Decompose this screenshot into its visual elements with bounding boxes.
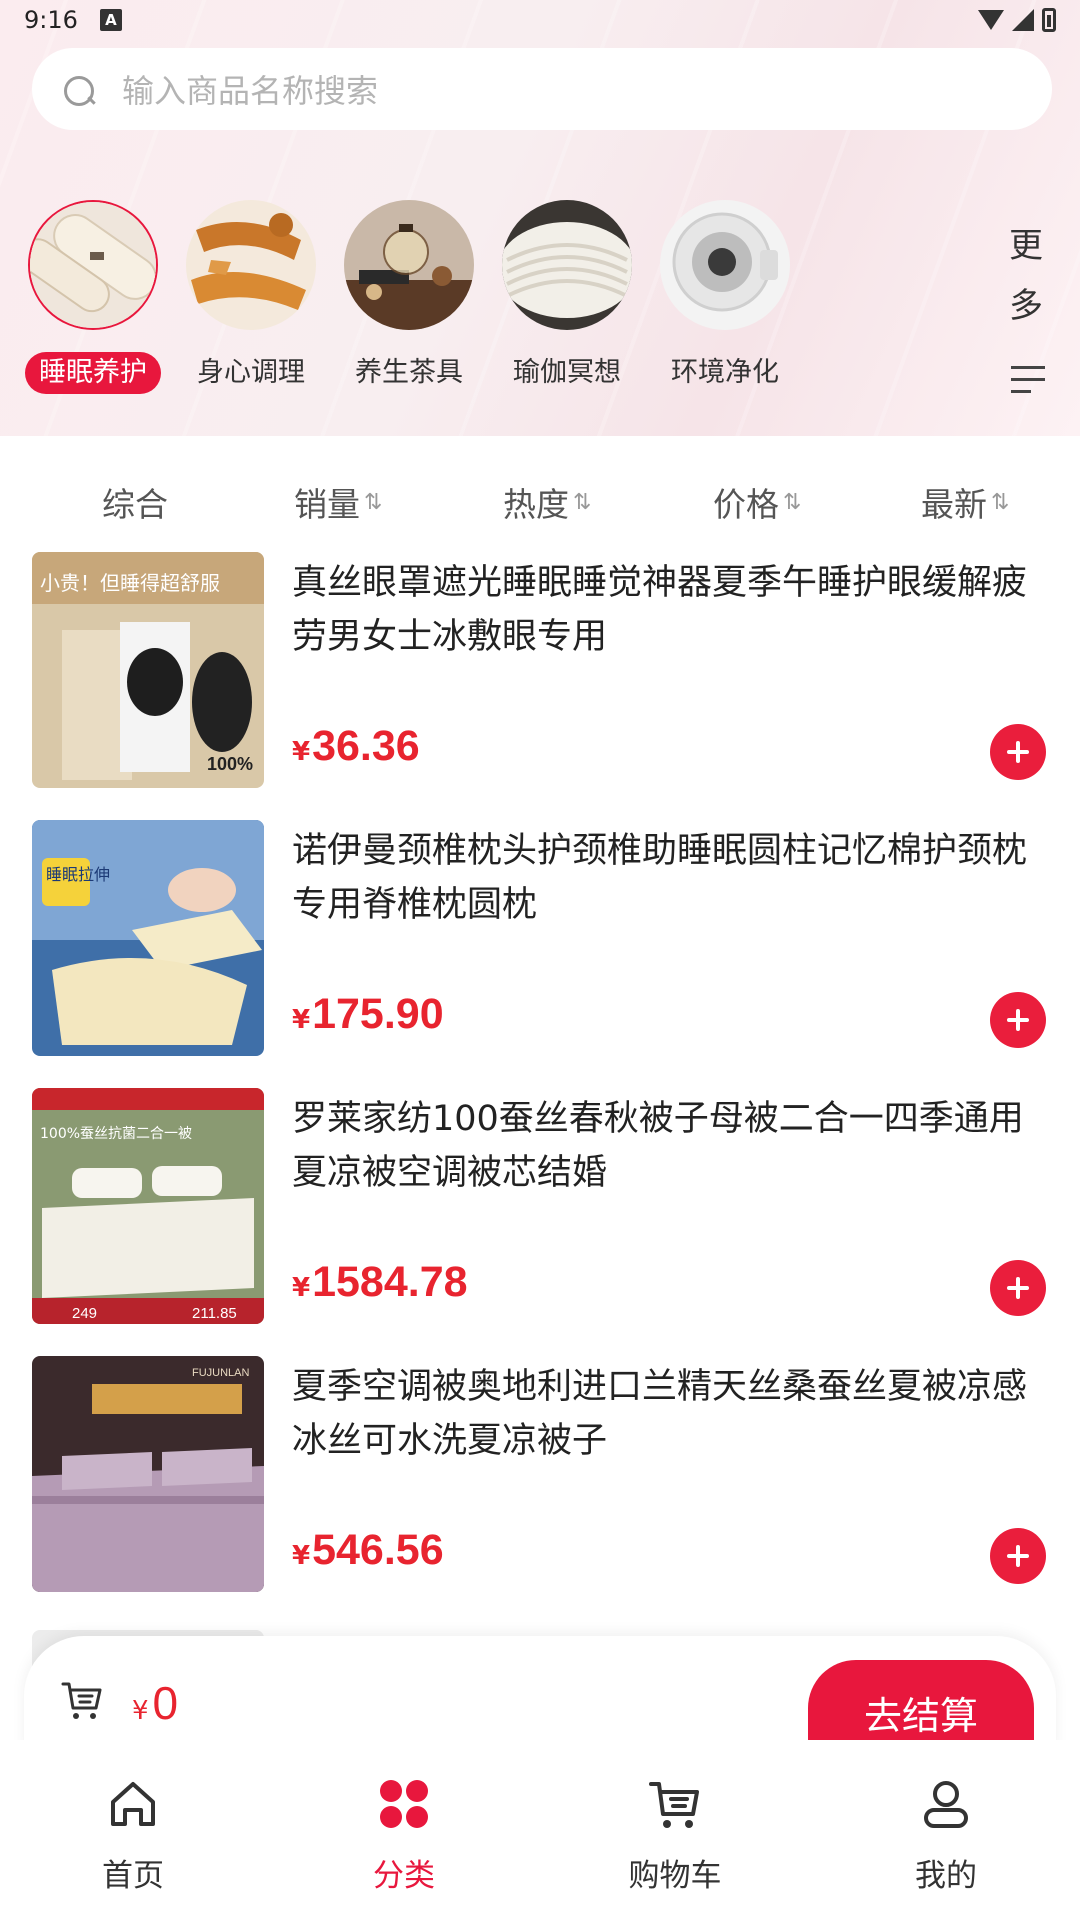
list-filter-icon [1011, 366, 1045, 400]
status-bar: 9:16 A [0, 0, 1080, 40]
search-icon [62, 72, 96, 106]
price-value: 175.90 [312, 990, 444, 1038]
currency-symbol: ¥ [292, 1005, 311, 1035]
price-value: 36.36 [312, 722, 420, 770]
sort-label: 最新 [921, 485, 987, 524]
tab-category[interactable]: 分类 [324, 1776, 484, 1895]
product-title: 夏季空调被奥地利进口兰精天丝桑蚕丝夏被凉感冰丝可水洗夏凉被子 [292, 1367, 1028, 1461]
bottom-tab-bar: 首页 分类 购物车 我的 [0, 1740, 1080, 1920]
sort-price[interactable]: 价格 ⇅ [713, 478, 802, 526]
sort-label: 价格 [713, 485, 779, 524]
add-to-cart-button[interactable] [990, 992, 1046, 1048]
currency-symbol: ¥ [292, 737, 311, 767]
product-price: ¥ 36.36 [292, 722, 420, 771]
sort-bar: 综合 销量 ⇅ 热度 ⇅ 价格 ⇅ 最新 ⇅ [0, 470, 1080, 530]
product-price: ¥ 175.90 [292, 990, 444, 1039]
signal-icon [1012, 9, 1034, 31]
sort-label: 热度 [503, 485, 569, 524]
tab-label: 分类 [373, 1858, 435, 1894]
sort-popularity[interactable]: 热度 ⇅ [503, 478, 592, 526]
category-item-purify[interactable]: 环境净化 [650, 200, 800, 394]
home-icon [111, 1782, 155, 1826]
product-price: ¥ 546.56 [292, 1526, 444, 1575]
cart-total: ¥ 0 [132, 1676, 178, 1730]
category-item-teaware[interactable]: 养生茶具 [334, 200, 484, 394]
product-title: 罗莱家纺100蚕丝春秋被子母被二合一四季通用夏凉被空调被芯结婚 [292, 1099, 1024, 1193]
tab-label: 我的 [915, 1858, 977, 1894]
product-image-text: 100%蚕丝抗菌二合一被 [40, 1126, 192, 1142]
product-image-text: FUJUNLAN [192, 1367, 250, 1379]
category-label: 瑜伽冥想 [513, 357, 621, 388]
cart-summary-bar: ¥ 0 去结算 [24, 1636, 1056, 1756]
tab-profile[interactable]: 我的 [866, 1776, 1026, 1895]
category-image-sleep [28, 200, 158, 330]
more-label: 更多 [1009, 226, 1043, 326]
product-image-price: 249 [72, 1305, 97, 1322]
tab-cart[interactable]: 购物车 [595, 1776, 755, 1895]
price-value: 1584.78 [312, 1258, 468, 1306]
status-time: 9:16 [24, 6, 78, 34]
product-image-badge: 100% [207, 754, 253, 774]
sort-label: 销量 [294, 485, 360, 524]
product-item[interactable]: FUJUNLAN 夏季空调被奥地利进口兰精天丝桑蚕丝夏被凉感冰丝可水洗夏凉被子 … [32, 1356, 1052, 1592]
category-image-purify [660, 200, 790, 330]
sort-arrows-icon: ⇅ [783, 489, 802, 515]
sort-sales[interactable]: 销量 ⇅ [294, 478, 383, 526]
currency-symbol: ¥ [292, 1541, 311, 1571]
product-item[interactable]: 100%蚕丝抗菌二合一被 249 211.85 罗莱家纺100蚕丝春秋被子母被二… [32, 1088, 1052, 1324]
product-title: 诺伊曼颈椎枕头护颈椎助睡眠圆柱记忆棉护颈枕专用脊椎枕圆枕 [292, 831, 1028, 925]
currency-symbol: ¥ [292, 1273, 311, 1303]
category-item-sleep[interactable]: 睡眠养护 [18, 200, 168, 394]
product-image-price: 211.85 [192, 1305, 237, 1322]
sort-arrows-icon: ⇅ [573, 489, 592, 515]
wifi-icon [978, 10, 1004, 30]
product-image: 睡眠拉伸 [32, 820, 264, 1056]
category-label: 环境净化 [671, 357, 779, 388]
sort-label: 综合 [102, 485, 168, 524]
tab-label: 购物车 [628, 1858, 722, 1894]
category-image-wellness [186, 200, 316, 330]
add-to-cart-button[interactable] [990, 724, 1046, 780]
product-image-text: 睡眠拉伸 [46, 865, 110, 884]
sort-arrows-icon: ⇅ [364, 489, 383, 515]
product-price: ¥ 1584.78 [292, 1258, 468, 1307]
category-image-teaware [344, 200, 474, 330]
product-item[interactable]: 小贵！但睡得超舒服 100% 真丝眼罩遮光睡眠睡觉神器夏季午睡护眼缓解疲劳男女士… [32, 552, 1052, 788]
product-item[interactable]: 睡眠拉伸 诺伊曼颈椎枕头护颈椎助睡眠圆柱记忆棉护颈枕专用脊椎枕圆枕 ¥ 175.… [32, 820, 1052, 1056]
battery-icon [1042, 8, 1056, 32]
category-label: 身心调理 [197, 357, 305, 388]
category-label: 养生茶具 [355, 357, 463, 388]
sort-newest[interactable]: 最新 ⇅ [921, 478, 1010, 526]
category-image-yoga [502, 200, 632, 330]
cart-total-value: 0 [152, 1677, 179, 1729]
product-title: 真丝眼罩遮光睡眠睡觉神器夏季午睡护眼缓解疲劳男女士冰敷眼专用 [292, 563, 1028, 657]
category-item-yoga[interactable]: 瑜伽冥想 [492, 200, 642, 394]
tab-label: 首页 [102, 1858, 164, 1894]
notification-icon: A [99, 9, 122, 31]
more-categories-button[interactable]: 更多 [1006, 216, 1050, 400]
category-label: 睡眠养护 [25, 352, 161, 394]
search-placeholder: 输入商品名称搜索 [122, 72, 379, 110]
product-image: 100%蚕丝抗菌二合一被 249 211.85 [32, 1088, 264, 1324]
cart-icon [649, 1782, 699, 1828]
add-to-cart-button[interactable] [990, 1260, 1046, 1316]
sort-arrows-icon: ⇅ [991, 489, 1010, 515]
user-icon [924, 1781, 968, 1828]
product-image: 小贵！但睡得超舒服 100% [32, 552, 264, 788]
cart-icon[interactable] [60, 1678, 104, 1722]
add-to-cart-button[interactable] [990, 1528, 1046, 1584]
currency-symbol: ¥ [132, 1696, 149, 1726]
tab-home[interactable]: 首页 [53, 1776, 213, 1895]
category-item-wellness[interactable]: 身心调理 [176, 200, 326, 394]
price-value: 546.56 [312, 1526, 444, 1574]
product-image-text: 小贵！但睡得超舒服 [40, 571, 220, 595]
sort-comprehensive[interactable]: 综合 [102, 478, 168, 526]
product-image: FUJUNLAN [32, 1356, 264, 1592]
category-grid-icon [380, 1780, 428, 1828]
search-input[interactable]: 输入商品名称搜索 [32, 48, 1052, 130]
category-row: 睡眠养护 身心调理 养生茶具 瑜伽冥想 环境净化 更多 [0, 200, 1080, 400]
